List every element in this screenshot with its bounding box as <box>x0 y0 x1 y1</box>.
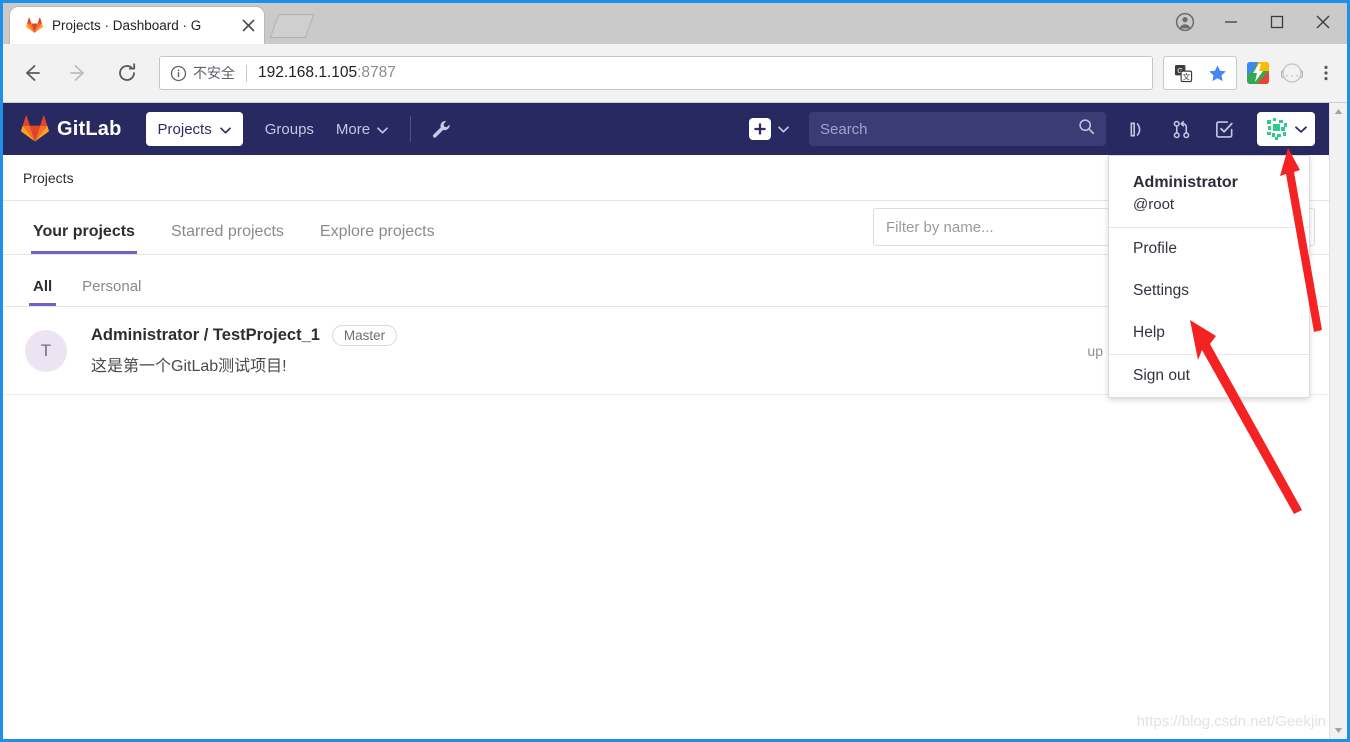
nav-groups-label: Groups <box>264 120 314 138</box>
tab-strip: Projects · Dashboard · G <box>0 3 1100 44</box>
menu-item-settings[interactable]: Settings <box>1109 270 1309 312</box>
close-icon[interactable] <box>238 16 258 36</box>
merge-request-icon[interactable] <box>1171 119 1192 140</box>
menu-item-help[interactable]: Help <box>1109 312 1309 354</box>
chevron-down-icon <box>219 121 231 138</box>
chrome-menu-icon[interactable] <box>1309 56 1343 90</box>
project-updated-meta: up <box>1087 342 1103 359</box>
search-placeholder: Search <box>820 120 868 138</box>
arrow-right-icon[interactable] <box>59 53 99 93</box>
project-access-badge: Master <box>331 325 398 346</box>
reload-icon[interactable] <box>107 53 147 93</box>
menu-item-sign-out-label: Sign out <box>1133 367 1190 384</box>
nav-item-groups[interactable]: Groups <box>265 121 314 138</box>
menu-item-profile-label: Profile <box>1133 240 1177 257</box>
svg-text:{...}: {...} <box>1281 70 1303 80</box>
chevron-down-icon <box>377 121 388 138</box>
user-dropdown-menu: Administrator @root Profile Settings Hel… <box>1108 155 1310 398</box>
filter-by-name-input[interactable]: Filter by name... <box>873 208 1109 246</box>
menu-item-help-label: Help <box>1133 324 1165 341</box>
search-input[interactable]: Search <box>809 112 1106 146</box>
minimize-icon[interactable] <box>1208 3 1254 41</box>
translate-icon[interactable]: G 文 <box>1166 57 1200 89</box>
browser-window: Projects · Dashboard · G 不安全 192.168.1.1… <box>0 0 1350 742</box>
wrench-icon[interactable] <box>431 119 452 140</box>
url-host: 192.168.1.105 <box>258 64 358 81</box>
project-avatar-letter: T <box>40 340 52 360</box>
watermark: https://blog.csdn.net/Geekjin <box>1136 713 1326 730</box>
user-menu-name: Administrator <box>1133 174 1238 191</box>
gitlab-logo-icon <box>21 115 49 142</box>
browser-tab[interactable]: Projects · Dashboard · G <box>10 7 264 44</box>
info-circle-icon <box>170 65 187 81</box>
gitlab-logo-text: GitLab <box>57 117 122 140</box>
project-title-line: Administrator / TestProject_1 Master <box>91 325 398 346</box>
subtab-personal[interactable]: Personal <box>80 278 143 306</box>
tab-explore-projects[interactable]: Explore projects <box>318 223 437 254</box>
menu-item-settings-label: Settings <box>1133 282 1190 299</box>
security-label: 不安全 <box>193 65 235 81</box>
menu-item-sign-out[interactable]: Sign out <box>1109 355 1309 397</box>
new-tab-icon <box>269 14 315 38</box>
scrollbar-up-arrow-icon[interactable] <box>1330 103 1347 120</box>
subtab-all[interactable]: All <box>28 278 57 306</box>
arrow-left-icon[interactable] <box>11 53 51 93</box>
tab-explore-projects-label: Explore projects <box>319 223 435 240</box>
tab-starred-projects[interactable]: Starred projects <box>169 223 286 254</box>
tab-starred-projects-label: Starred projects <box>170 223 284 240</box>
project-tabs: Your projects Starred projects Explore p… <box>3 201 873 254</box>
issues-icon[interactable] <box>1128 119 1149 140</box>
user-menu-header: Administrator @root <box>1109 156 1309 227</box>
project-avatar: T <box>25 329 67 372</box>
browser-toolbar: 不安全 192.168.1.105:8787 G 文 ... <box>3 44 1347 103</box>
gitlab-navbar: GitLab Projects Groups More Search <box>3 103 1333 155</box>
user-identicon-avatar <box>1265 117 1289 141</box>
project-title[interactable]: Administrator / TestProject_1 <box>91 326 320 345</box>
code-circle-icon[interactable]: {...} <box>1275 57 1309 89</box>
bookmark-star-icon[interactable] <box>1200 57 1234 89</box>
nav-item-more[interactable]: More <box>336 121 388 138</box>
todos-icon[interactable] <box>1214 119 1235 140</box>
user-menu-toggle[interactable] <box>1257 112 1315 146</box>
svg-text:文: 文 <box>1182 71 1190 81</box>
omnibox-divider <box>246 64 247 82</box>
url-text: 192.168.1.105:8787 <box>258 64 396 82</box>
nav-projects-label: Projects <box>157 120 212 138</box>
new-dropdown[interactable] <box>749 118 789 140</box>
new-tab-button[interactable] <box>269 12 315 40</box>
nav-more-label: More <box>335 120 371 138</box>
subtab-all-label: All <box>33 278 53 295</box>
window-border-left <box>0 0 3 742</box>
tab-your-projects-label: Your projects <box>33 223 135 240</box>
address-bar[interactable]: 不安全 192.168.1.105:8787 <box>159 56 1153 90</box>
navbar-divider <box>410 116 412 142</box>
tab-your-projects[interactable]: Your projects <box>31 223 137 254</box>
tab-title: Projects · Dashboard · G <box>52 18 202 33</box>
project-info: Administrator / TestProject_1 Master 这是第… <box>91 325 398 376</box>
gitlab-home-link[interactable]: GitLab <box>21 115 122 143</box>
chevron-down-icon <box>778 120 789 138</box>
toolbar-icons: G 文 ... <box>1163 56 1347 90</box>
project-description: 这是第一个GitLab测试项目! <box>91 358 287 375</box>
profile-avatar-icon[interactable] <box>1162 3 1208 41</box>
extension-icon[interactable] <box>1241 57 1275 89</box>
url-port: :8787 <box>357 64 396 81</box>
window-controls <box>1162 3 1346 41</box>
gitlab-favicon <box>26 17 43 34</box>
scrollbar-down-arrow-icon[interactable] <box>1330 722 1347 739</box>
maximize-icon[interactable] <box>1254 3 1300 41</box>
close-window-icon[interactable] <box>1300 3 1346 41</box>
nav-projects-dropdown[interactable]: Projects <box>145 112 243 146</box>
chevron-down-icon <box>1295 120 1307 138</box>
breadcrumb-label[interactable]: Projects <box>23 170 74 186</box>
user-menu-handle: @root <box>1133 196 1175 213</box>
plus-square-icon <box>749 118 771 140</box>
translate-bookmark-group: G 文 <box>1163 56 1237 90</box>
menu-item-profile[interactable]: Profile <box>1109 228 1309 270</box>
filter-placeholder: Filter by name... <box>886 218 994 236</box>
navbar-right: Search <box>749 112 1333 146</box>
subtab-personal-label: Personal <box>82 278 142 295</box>
search-icon <box>1078 118 1095 140</box>
page-scrollbar[interactable] <box>1329 103 1347 739</box>
